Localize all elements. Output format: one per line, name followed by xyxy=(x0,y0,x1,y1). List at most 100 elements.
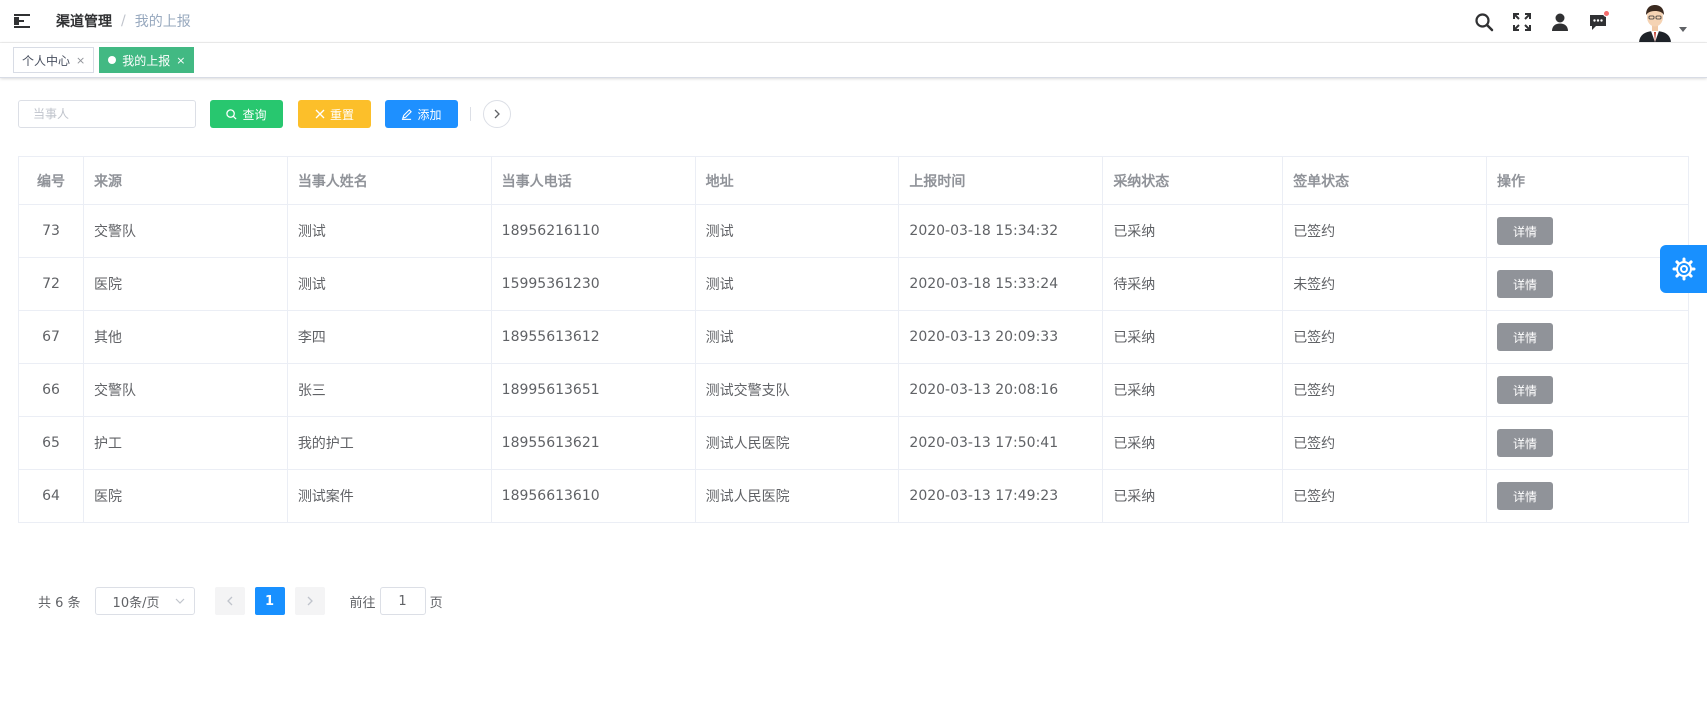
cell-address: 测试交警支队 xyxy=(694,363,900,417)
table-row: 67 其他 李四 18955613612 测试 2020-03-13 20:09… xyxy=(18,310,1689,364)
cell-time: 2020-03-13 20:09:33 xyxy=(898,310,1104,364)
cell-sign-status: 已签约 xyxy=(1282,204,1488,258)
cell-name: 我的护工 xyxy=(286,416,492,470)
prev-page-button[interactable] xyxy=(214,587,245,615)
tag-my-reports[interactable]: 我的上报 × xyxy=(99,47,195,73)
party-search-input[interactable] xyxy=(18,100,196,128)
cell-sign-status: 已签约 xyxy=(1282,469,1488,523)
column-header: 当事人电话 xyxy=(490,156,696,205)
search-icon xyxy=(226,108,238,120)
breadcrumb-separator: / xyxy=(121,13,126,29)
cell-id: 67 xyxy=(18,310,84,364)
total-count: 共 6 条 xyxy=(38,595,81,611)
cell-action: 详情 xyxy=(1486,469,1689,523)
cell-phone: 15995361230 xyxy=(490,257,696,311)
table-header-row: 编号 来源 当事人姓名 当事人电话 地址 上报时间 采纳状态 签单状态 操作 xyxy=(18,156,1689,205)
cell-sign-status: 已签约 xyxy=(1282,416,1488,470)
table-row: 73 交警队 测试 18956216110 测试 2020-03-18 15:3… xyxy=(18,204,1689,258)
column-header: 来源 xyxy=(82,156,288,205)
breadcrumb-item-channel[interactable]: 渠道管理 xyxy=(56,11,112,31)
column-header: 签单状态 xyxy=(1282,156,1488,205)
column-header: 操作 xyxy=(1486,156,1689,205)
cell-time: 2020-03-13 20:08:16 xyxy=(898,363,1104,417)
tag-personal-center[interactable]: 个人中心 × xyxy=(13,47,95,73)
notification-dot xyxy=(1603,9,1610,17)
table-row: 65 护工 我的护工 18955613621 测试人民医院 2020-03-13… xyxy=(18,416,1689,470)
cell-adopt-status: 待采纳 xyxy=(1102,257,1284,311)
reset-button[interactable]: 重置 xyxy=(298,100,371,128)
cell-time: 2020-03-18 15:34:32 xyxy=(898,204,1104,258)
cell-id: 72 xyxy=(18,257,84,311)
cell-phone: 18956613610 xyxy=(490,469,696,523)
column-header: 地址 xyxy=(694,156,900,205)
pagination: 共 6 条 10条/页 1 前往 页 xyxy=(38,587,443,615)
cell-adopt-status: 已采纳 xyxy=(1102,416,1284,470)
cell-time: 2020-03-13 17:50:41 xyxy=(898,416,1104,470)
cell-source: 交警队 xyxy=(82,363,288,417)
cell-action: 详情 xyxy=(1486,416,1689,470)
detail-button[interactable]: 详情 xyxy=(1497,376,1554,404)
cell-name: 张三 xyxy=(286,363,492,417)
breadcrumb-item-my-reports: 我的上报 xyxy=(134,14,191,30)
hamburger-icon[interactable] xyxy=(14,13,32,29)
detail-button[interactable]: 详情 xyxy=(1497,217,1554,245)
close-icon[interactable]: × xyxy=(76,54,85,67)
add-label: 添加 xyxy=(417,107,442,122)
settings-panel-toggle[interactable] xyxy=(1660,245,1707,293)
cell-time: 2020-03-18 15:33:24 xyxy=(898,257,1104,311)
chevron-left-icon xyxy=(226,596,233,606)
reports-table: 编号 来源 当事人姓名 当事人电话 地址 上报时间 采纳状态 签单状态 操作 7… xyxy=(18,156,1689,523)
add-button[interactable]: 添加 xyxy=(385,100,458,128)
user-icon[interactable] xyxy=(1549,11,1571,33)
cell-adopt-status: 已采纳 xyxy=(1102,310,1284,364)
cell-source: 医院 xyxy=(82,257,288,311)
cell-name: 测试 xyxy=(286,204,492,258)
tag-label: 我的上报 xyxy=(122,53,171,68)
chevron-right-icon xyxy=(494,109,500,119)
search-icon[interactable] xyxy=(1473,11,1495,33)
detail-button[interactable]: 详情 xyxy=(1497,270,1554,298)
table-row: 66 交警队 张三 18995613651 测试交警支队 2020-03-13 … xyxy=(18,363,1689,417)
page-size-select[interactable]: 10条/页 xyxy=(94,587,195,615)
chevron-down-icon xyxy=(1679,27,1687,32)
cell-name: 李四 xyxy=(286,310,492,364)
query-label: 查询 xyxy=(242,107,267,122)
message-icon[interactable] xyxy=(1587,9,1610,33)
next-page-button[interactable] xyxy=(294,587,325,615)
settings-gear-icon xyxy=(1672,257,1695,281)
breadcrumb: 渠道管理 / 我的上报 xyxy=(56,11,191,31)
column-header: 编号 xyxy=(18,156,84,205)
fullscreen-icon[interactable] xyxy=(1511,11,1533,33)
cell-address: 测试人民医院 xyxy=(694,469,900,523)
active-dot xyxy=(108,56,117,64)
toolbar-divider xyxy=(470,107,471,121)
cell-time: 2020-03-13 17:49:23 xyxy=(898,469,1104,523)
cell-sign-status: 未签约 xyxy=(1282,257,1488,311)
avatar xyxy=(1636,1,1674,42)
filter-toolbar: 查询 重置 添加 xyxy=(18,99,511,129)
user-avatar-dropdown[interactable] xyxy=(1636,1,1687,42)
close-icon xyxy=(315,109,325,119)
cell-id: 65 xyxy=(18,416,84,470)
close-icon[interactable]: × xyxy=(176,54,185,67)
cell-id: 73 xyxy=(18,204,84,258)
detail-button[interactable]: 详情 xyxy=(1497,482,1554,510)
cell-sign-status: 已签约 xyxy=(1282,310,1488,364)
expand-toolbar-button[interactable] xyxy=(483,100,511,128)
cell-name: 测试案件 xyxy=(286,469,492,523)
detail-button[interactable]: 详情 xyxy=(1497,323,1554,351)
cell-adopt-status: 已采纳 xyxy=(1102,204,1284,258)
chevron-right-icon xyxy=(307,596,313,606)
cell-action: 详情 xyxy=(1486,257,1689,311)
jump-page-input[interactable] xyxy=(379,587,426,615)
detail-button[interactable]: 详情 xyxy=(1497,429,1554,457)
cell-action: 详情 xyxy=(1486,363,1689,417)
table-row: 72 医院 测试 15995361230 测试 2020-03-18 15:33… xyxy=(18,257,1689,311)
cell-address: 测试 xyxy=(694,204,900,258)
cell-address: 测试人民医院 xyxy=(694,416,900,470)
page-number-current[interactable]: 1 xyxy=(254,587,285,615)
cell-adopt-status: 已采纳 xyxy=(1102,363,1284,417)
cell-id: 66 xyxy=(18,363,84,417)
cell-action: 详情 xyxy=(1486,310,1689,364)
query-button[interactable]: 查询 xyxy=(210,100,283,128)
